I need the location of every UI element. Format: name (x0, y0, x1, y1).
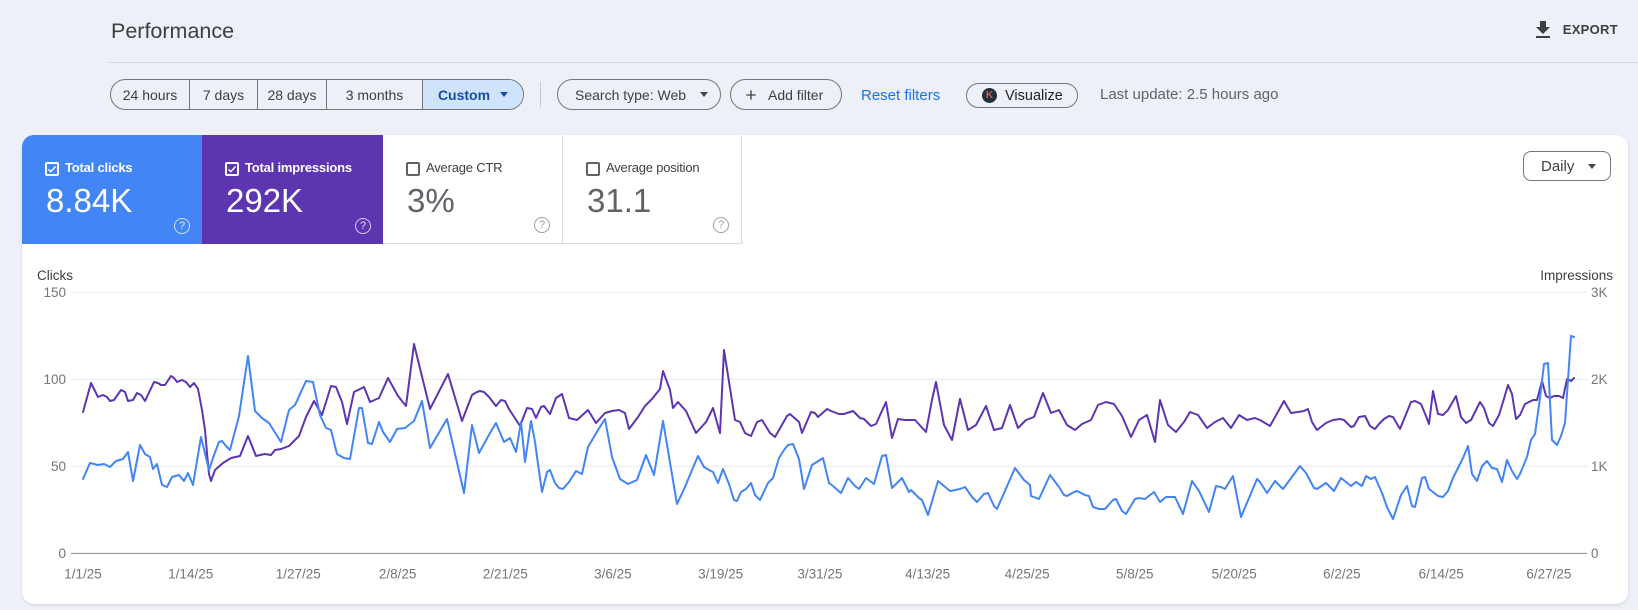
svg-text:6/27/25: 6/27/25 (1526, 567, 1571, 582)
svg-text:Clicks: Clicks (37, 268, 73, 283)
svg-text:0: 0 (1591, 546, 1599, 561)
svg-text:1/27/25: 1/27/25 (276, 567, 321, 582)
svg-text:Impressions: Impressions (1540, 268, 1613, 283)
svg-text:2/21/25: 2/21/25 (483, 567, 528, 582)
svg-text:3/19/25: 3/19/25 (698, 567, 743, 582)
svg-text:6/14/25: 6/14/25 (1419, 567, 1464, 582)
svg-text:150: 150 (43, 285, 66, 300)
svg-text:1/14/25: 1/14/25 (168, 567, 213, 582)
svg-text:3/6/25: 3/6/25 (594, 567, 632, 582)
svg-text:4/13/25: 4/13/25 (905, 567, 950, 582)
svg-text:2K: 2K (1591, 372, 1608, 387)
svg-text:6/2/25: 6/2/25 (1323, 567, 1361, 582)
svg-text:3K: 3K (1591, 285, 1608, 300)
svg-text:1/1/25: 1/1/25 (64, 567, 102, 582)
svg-text:3/31/25: 3/31/25 (797, 567, 842, 582)
svg-text:4/25/25: 4/25/25 (1005, 567, 1050, 582)
svg-text:5/20/25: 5/20/25 (1212, 567, 1257, 582)
svg-text:2/8/25: 2/8/25 (379, 567, 417, 582)
svg-text:50: 50 (51, 459, 66, 474)
svg-text:5/8/25: 5/8/25 (1116, 567, 1154, 582)
svg-text:100: 100 (43, 372, 66, 387)
svg-text:1K: 1K (1591, 459, 1608, 474)
svg-text:0: 0 (58, 546, 66, 561)
